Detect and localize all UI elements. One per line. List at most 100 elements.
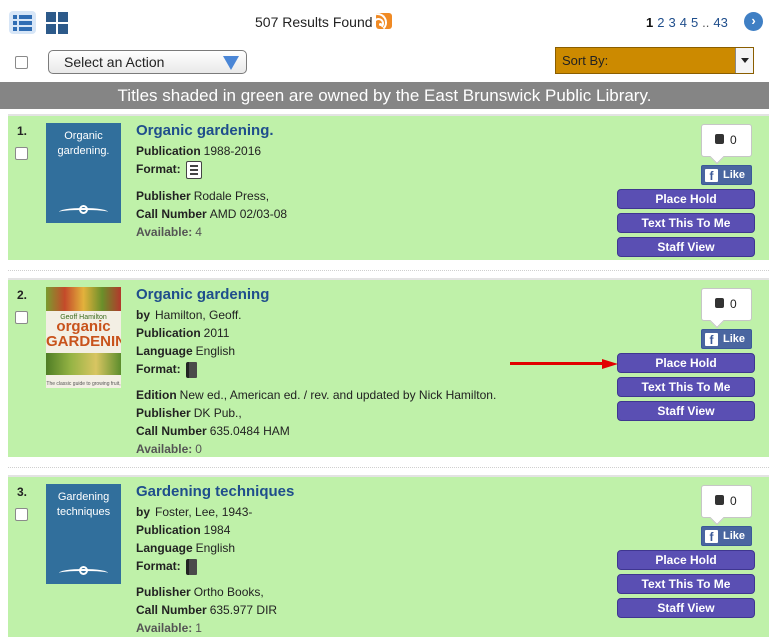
like-label: Like xyxy=(723,333,746,345)
select-all-checkbox[interactable] xyxy=(15,56,28,69)
results-count: 507 Results Found xyxy=(255,14,373,30)
facebook-like-button-3[interactable]: f Like xyxy=(701,526,752,546)
select-action-dropdown[interactable]: Select an Action xyxy=(48,50,247,74)
edition-value: New ed., American ed. / rev. and updated… xyxy=(179,388,497,402)
page-link-43[interactable]: 43 xyxy=(713,15,727,30)
result-record-1: 1. Organic gardening. Organic gardening.… xyxy=(8,114,769,260)
available-label: Available: xyxy=(136,442,193,456)
publisher-label: Publisher xyxy=(136,406,191,420)
publication-value: 1988-2016 xyxy=(203,144,262,158)
facebook-icon: f xyxy=(705,333,718,347)
author-link[interactable]: Hamilton, Geoff. xyxy=(155,308,241,322)
facebook-icon: f xyxy=(705,169,718,183)
pagination: 1 2 3 4 5 .. 43 xyxy=(646,15,728,30)
publisher-value: Ortho Books, xyxy=(193,585,264,599)
call-number-label: Call Number xyxy=(136,424,207,438)
staff-view-button-1[interactable]: Staff View xyxy=(617,237,755,257)
record-title-link-3[interactable]: Gardening techniques xyxy=(136,483,294,500)
rss-feed-icon[interactable] xyxy=(376,13,392,29)
like-count: 0 xyxy=(730,297,737,311)
serial-icon xyxy=(185,160,202,179)
cover-image-3[interactable]: Gardening techniques xyxy=(46,484,121,584)
language-value: English xyxy=(195,541,236,555)
record-number: 3. xyxy=(17,485,28,499)
result-record-2: 2. Geoff Hamilton organic GARDENING The … xyxy=(8,278,769,457)
facebook-like-button-1[interactable]: f Like xyxy=(701,165,752,185)
record-title-link-2[interactable]: Organic gardening xyxy=(136,286,269,303)
sort-by-select[interactable]: Sort By: xyxy=(555,47,754,74)
publisher-label: Publisher xyxy=(136,188,191,203)
available-value: 1 xyxy=(195,621,202,635)
book-icon xyxy=(185,558,197,575)
publication-label: Publication xyxy=(136,326,201,340)
place-hold-button-1[interactable]: Place Hold xyxy=(617,189,755,209)
record-title-link-1[interactable]: Organic gardening. xyxy=(136,122,274,139)
select-action-label: Select an Action xyxy=(64,54,165,70)
results-toolbar: 507 Results Found 1 2 3 4 5 .. 43 › Sele… xyxy=(0,0,769,82)
author-label: by xyxy=(136,308,151,322)
next-page-chevron-icon[interactable]: › xyxy=(744,12,763,31)
call-number-label: Call Number xyxy=(136,206,207,221)
place-hold-button-2[interactable]: Place Hold xyxy=(617,353,755,373)
language-label: Language xyxy=(136,541,193,555)
record-details-1: Publication 1988-2016 Format: Publisher Ro… xyxy=(136,142,287,241)
text-this-to-me-button-3[interactable]: Text This To Me xyxy=(617,574,755,594)
cover-image-2[interactable]: Geoff Hamilton organic GARDENING The cla… xyxy=(46,287,121,388)
cover-title-text: organic GARDENING xyxy=(46,318,121,350)
publisher-label: Publisher xyxy=(136,585,191,599)
record-number: 2. xyxy=(17,288,28,302)
call-number-value: AMD 02/03-08 xyxy=(209,206,288,221)
text-this-to-me-button-1[interactable]: Text This To Me xyxy=(617,213,755,233)
grid-view-icon[interactable] xyxy=(46,12,69,34)
available-value: 0 xyxy=(195,442,202,456)
like-label: Like xyxy=(723,530,746,542)
record-checkbox-3[interactable] xyxy=(15,508,28,521)
annotation-arrow-icon xyxy=(510,359,620,369)
sort-dropdown-arrow-icon[interactable] xyxy=(735,48,753,73)
garden-photo xyxy=(46,353,121,375)
cover-title-text: Organic gardening. xyxy=(57,130,110,157)
record-checkbox-2[interactable] xyxy=(15,311,28,324)
format-label: Format: xyxy=(136,362,181,376)
publication-value: 1984 xyxy=(203,523,231,537)
publication-label: Publication xyxy=(136,523,201,537)
available-label: Available: xyxy=(136,621,193,635)
call-number-value: 635.977 DIR xyxy=(209,603,278,617)
result-record-3: 3. Gardening techniques Gardening techni… xyxy=(8,475,769,637)
staff-view-button-3[interactable]: Staff View xyxy=(617,598,755,618)
text-this-to-me-button-2[interactable]: Text This To Me xyxy=(617,377,755,397)
vegetables-photo xyxy=(46,287,121,311)
cover-title-text: Gardening techniques xyxy=(56,491,111,518)
like-count-box-3[interactable]: 0 xyxy=(701,485,752,526)
ownership-banner: Titles shaded in green are owned by the … xyxy=(0,82,769,109)
publisher-value: Rodale Press, xyxy=(193,188,270,203)
page-link-2[interactable]: 2 xyxy=(657,15,664,30)
facebook-icon: f xyxy=(705,530,718,544)
page-link-3[interactable]: 3 xyxy=(668,15,675,30)
language-label: Language xyxy=(136,344,193,358)
facebook-like-button-2[interactable]: f Like xyxy=(701,329,752,349)
staff-view-button-2[interactable]: Staff View xyxy=(617,401,755,421)
page-link-1[interactable]: 1 xyxy=(646,15,653,30)
edition-label: Edition xyxy=(136,388,177,402)
record-details-3: by Foster, Lee, 1943- Publication 1984 Lan… xyxy=(136,503,277,637)
place-hold-button-3[interactable]: Place Hold xyxy=(617,550,755,570)
like-label: Like xyxy=(723,169,746,181)
thumbs-up-icon xyxy=(715,495,724,505)
record-checkbox-1[interactable] xyxy=(15,147,28,160)
like-count-box-1[interactable]: 0 xyxy=(701,124,752,165)
like-count-box-2[interactable]: 0 xyxy=(701,288,752,329)
page-link-5[interactable]: 5 xyxy=(691,15,698,30)
sort-by-label: Sort By: xyxy=(562,53,609,68)
pagination-ellipsis: .. xyxy=(702,15,710,30)
dropdown-triangle-icon xyxy=(223,56,239,70)
record-number: 1. xyxy=(17,124,28,138)
call-number-label: Call Number xyxy=(136,603,207,617)
thumbs-up-icon xyxy=(715,134,724,144)
list-view-icon[interactable] xyxy=(9,11,36,34)
available-label: Available: xyxy=(136,224,193,239)
page-link-4[interactable]: 4 xyxy=(680,15,687,30)
thumbs-up-icon xyxy=(715,298,724,308)
author-link[interactable]: Foster, Lee, 1943- xyxy=(155,505,252,519)
cover-image-1[interactable]: Organic gardening. xyxy=(46,123,121,223)
